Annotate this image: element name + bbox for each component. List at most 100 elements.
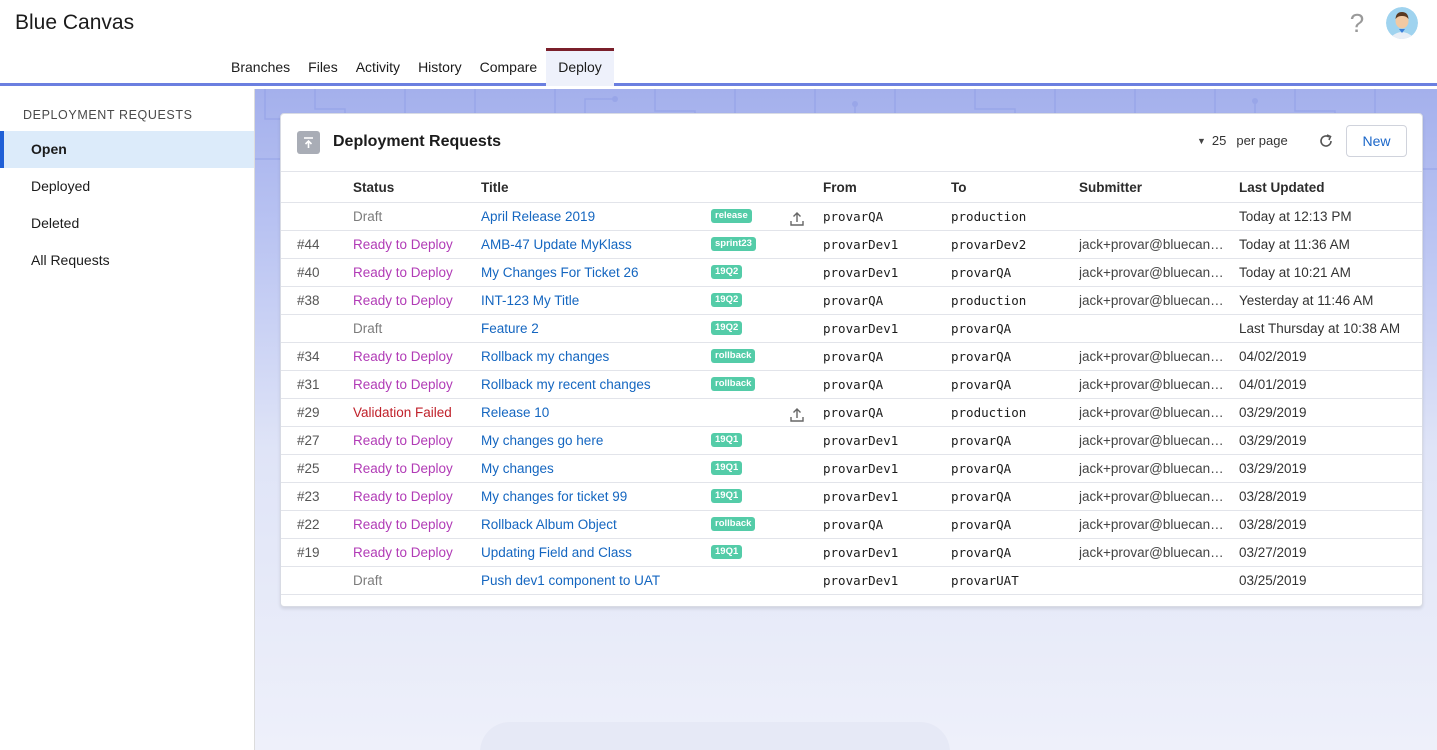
request-title-link[interactable]: April Release 2019 xyxy=(481,203,595,230)
to-branch: production xyxy=(951,209,1027,224)
from-branch: provarQA xyxy=(823,293,884,308)
request-title-link[interactable]: Feature 2 xyxy=(481,315,539,342)
request-number: #44 xyxy=(297,237,320,252)
sidebar-item-all-requests[interactable]: All Requests xyxy=(0,242,254,279)
table-row[interactable]: Draft April Release 2019 release provarQ… xyxy=(281,203,1422,231)
tab-compare[interactable]: Compare xyxy=(471,48,547,86)
request-title-link[interactable]: INT-123 My Title xyxy=(481,287,579,314)
request-title-link[interactable]: My changes go here xyxy=(481,427,603,454)
status-text: Ready to Deploy xyxy=(353,517,453,532)
to-branch: provarQA xyxy=(951,377,1012,392)
from-branch: provarQA xyxy=(823,405,884,420)
last-updated: 04/02/2019 xyxy=(1239,349,1307,364)
to-branch: provarQA xyxy=(951,321,1012,336)
request-title-link[interactable]: My changes for ticket 99 xyxy=(481,483,627,510)
upload-icon[interactable] xyxy=(789,405,805,422)
tab-branches[interactable]: Branches xyxy=(222,48,299,86)
request-title-link[interactable]: AMB-47 Update MyKlass xyxy=(481,231,632,258)
tag-badge: rollback xyxy=(711,517,756,531)
submitter-email: jack+provar@bluecanvas.io xyxy=(1079,265,1224,280)
last-updated: 03/28/2019 xyxy=(1239,517,1307,532)
column-header-status[interactable]: Status xyxy=(353,172,394,203)
upload-icon[interactable] xyxy=(789,209,805,226)
table-row[interactable]: #27 Ready to Deploy My changes go here 1… xyxy=(281,427,1422,455)
status-text: Ready to Deploy xyxy=(353,545,453,560)
to-branch: provarQA xyxy=(951,433,1012,448)
table-row[interactable]: Draft Feature 2 19Q2 provarDev1 provarQA… xyxy=(281,315,1422,343)
table-row[interactable]: #25 Ready to Deploy My changes 19Q1 prov… xyxy=(281,455,1422,483)
submitter-email: jack+provar@bluecanvas.io xyxy=(1079,405,1224,420)
table-row[interactable]: #22 Ready to Deploy Rollback Album Objec… xyxy=(281,511,1422,539)
status-text: Ready to Deploy xyxy=(353,237,453,252)
bottom-decoration xyxy=(480,722,950,750)
refresh-icon[interactable] xyxy=(1317,132,1335,150)
table-row[interactable]: #31 Ready to Deploy Rollback my recent c… xyxy=(281,371,1422,399)
per-page-select[interactable]: ▼ 25 per page xyxy=(1197,133,1288,148)
request-title-link[interactable]: Push dev1 component to UAT xyxy=(481,567,660,594)
deployment-requests-card: Deployment Requests ▼ 25 per page New St… xyxy=(280,113,1423,607)
from-branch: provarDev1 xyxy=(823,573,899,588)
from-branch: provarDev1 xyxy=(823,433,899,448)
status-text: Draft xyxy=(353,321,383,336)
column-header-title[interactable]: Title xyxy=(481,172,509,203)
table-row[interactable]: #44 Ready to Deploy AMB-47 Update MyKlas… xyxy=(281,231,1422,259)
status-text: Draft xyxy=(353,573,383,588)
last-updated: 03/25/2019 xyxy=(1239,573,1307,588)
card-title: Deployment Requests xyxy=(333,133,502,150)
table-row[interactable]: Draft Push dev1 component to UAT provarD… xyxy=(281,567,1422,595)
column-header-to[interactable]: To xyxy=(951,172,967,203)
sidebar: DEPLOYMENT REQUESTS Open Deployed Delete… xyxy=(0,89,255,750)
request-title-link[interactable]: Rollback Album Object xyxy=(481,511,617,538)
request-title-link[interactable]: Updating Field and Class xyxy=(481,539,632,566)
table-row[interactable]: #23 Ready to Deploy My changes for ticke… xyxy=(281,483,1422,511)
tab-files[interactable]: Files xyxy=(299,48,347,86)
request-title-link[interactable]: Rollback my recent changes xyxy=(481,371,651,398)
from-branch: provarDev1 xyxy=(823,489,899,504)
question-mark-icon[interactable]: ? xyxy=(1346,8,1368,38)
status-text: Ready to Deploy xyxy=(353,265,453,280)
request-number: #40 xyxy=(297,265,320,280)
status-text: Ready to Deploy xyxy=(353,349,453,364)
tab-activity[interactable]: Activity xyxy=(347,48,409,86)
new-button[interactable]: New xyxy=(1346,125,1407,157)
table-row[interactable]: #34 Ready to Deploy Rollback my changes … xyxy=(281,343,1422,371)
request-title-link[interactable]: Rollback my changes xyxy=(481,343,609,370)
sidebar-item-deleted[interactable]: Deleted xyxy=(0,205,254,242)
column-header-submitter[interactable]: Submitter xyxy=(1079,172,1142,203)
request-number: #25 xyxy=(297,461,320,476)
table-row[interactable]: #40 Ready to Deploy My Changes For Ticke… xyxy=(281,259,1422,287)
submitter-email: jack+provar@bluecanvas.io xyxy=(1079,545,1224,560)
tag-badge: 19Q1 xyxy=(711,461,743,475)
last-updated: 03/28/2019 xyxy=(1239,489,1307,504)
caret-down-icon: ▼ xyxy=(1197,135,1206,146)
to-branch: provarQA xyxy=(951,489,1012,504)
deploy-arrow-icon xyxy=(297,131,320,154)
from-branch: provarDev1 xyxy=(823,461,899,476)
user-avatar-icon[interactable] xyxy=(1386,7,1418,39)
to-branch: provarQA xyxy=(951,265,1012,280)
request-title-link[interactable]: My Changes For Ticket 26 xyxy=(481,259,639,286)
request-number: #27 xyxy=(297,433,320,448)
from-branch: provarDev1 xyxy=(823,545,899,560)
tab-history[interactable]: History xyxy=(409,48,471,86)
tag-badge: 19Q2 xyxy=(711,293,743,307)
table-row[interactable]: #19 Ready to Deploy Updating Field and C… xyxy=(281,539,1422,567)
request-number: #38 xyxy=(297,293,320,308)
sidebar-item-deployed[interactable]: Deployed xyxy=(0,168,254,205)
tab-deploy[interactable]: Deploy xyxy=(546,48,614,86)
table-row[interactable]: #29 Validation Failed Release 10 provarQ… xyxy=(281,399,1422,427)
tag-badge: 19Q1 xyxy=(711,545,743,559)
tag-badge: release xyxy=(711,209,752,223)
last-updated: Yesterday at 11:46 AM xyxy=(1239,293,1374,308)
request-title-link[interactable]: My changes xyxy=(481,455,554,482)
column-header-last-updated[interactable]: Last Updated xyxy=(1239,172,1325,203)
main-nav: Branches Files Activity History Compare … xyxy=(222,48,614,86)
sidebar-item-open[interactable]: Open xyxy=(0,131,254,168)
request-title-link[interactable]: Release 10 xyxy=(481,399,549,426)
to-branch: provarDev2 xyxy=(951,237,1027,252)
table-row[interactable]: #38 Ready to Deploy INT-123 My Title 19Q… xyxy=(281,287,1422,315)
tag-badge: rollback xyxy=(711,377,756,391)
from-branch: provarQA xyxy=(823,349,884,364)
last-updated: 03/29/2019 xyxy=(1239,461,1307,476)
column-header-from[interactable]: From xyxy=(823,172,857,203)
